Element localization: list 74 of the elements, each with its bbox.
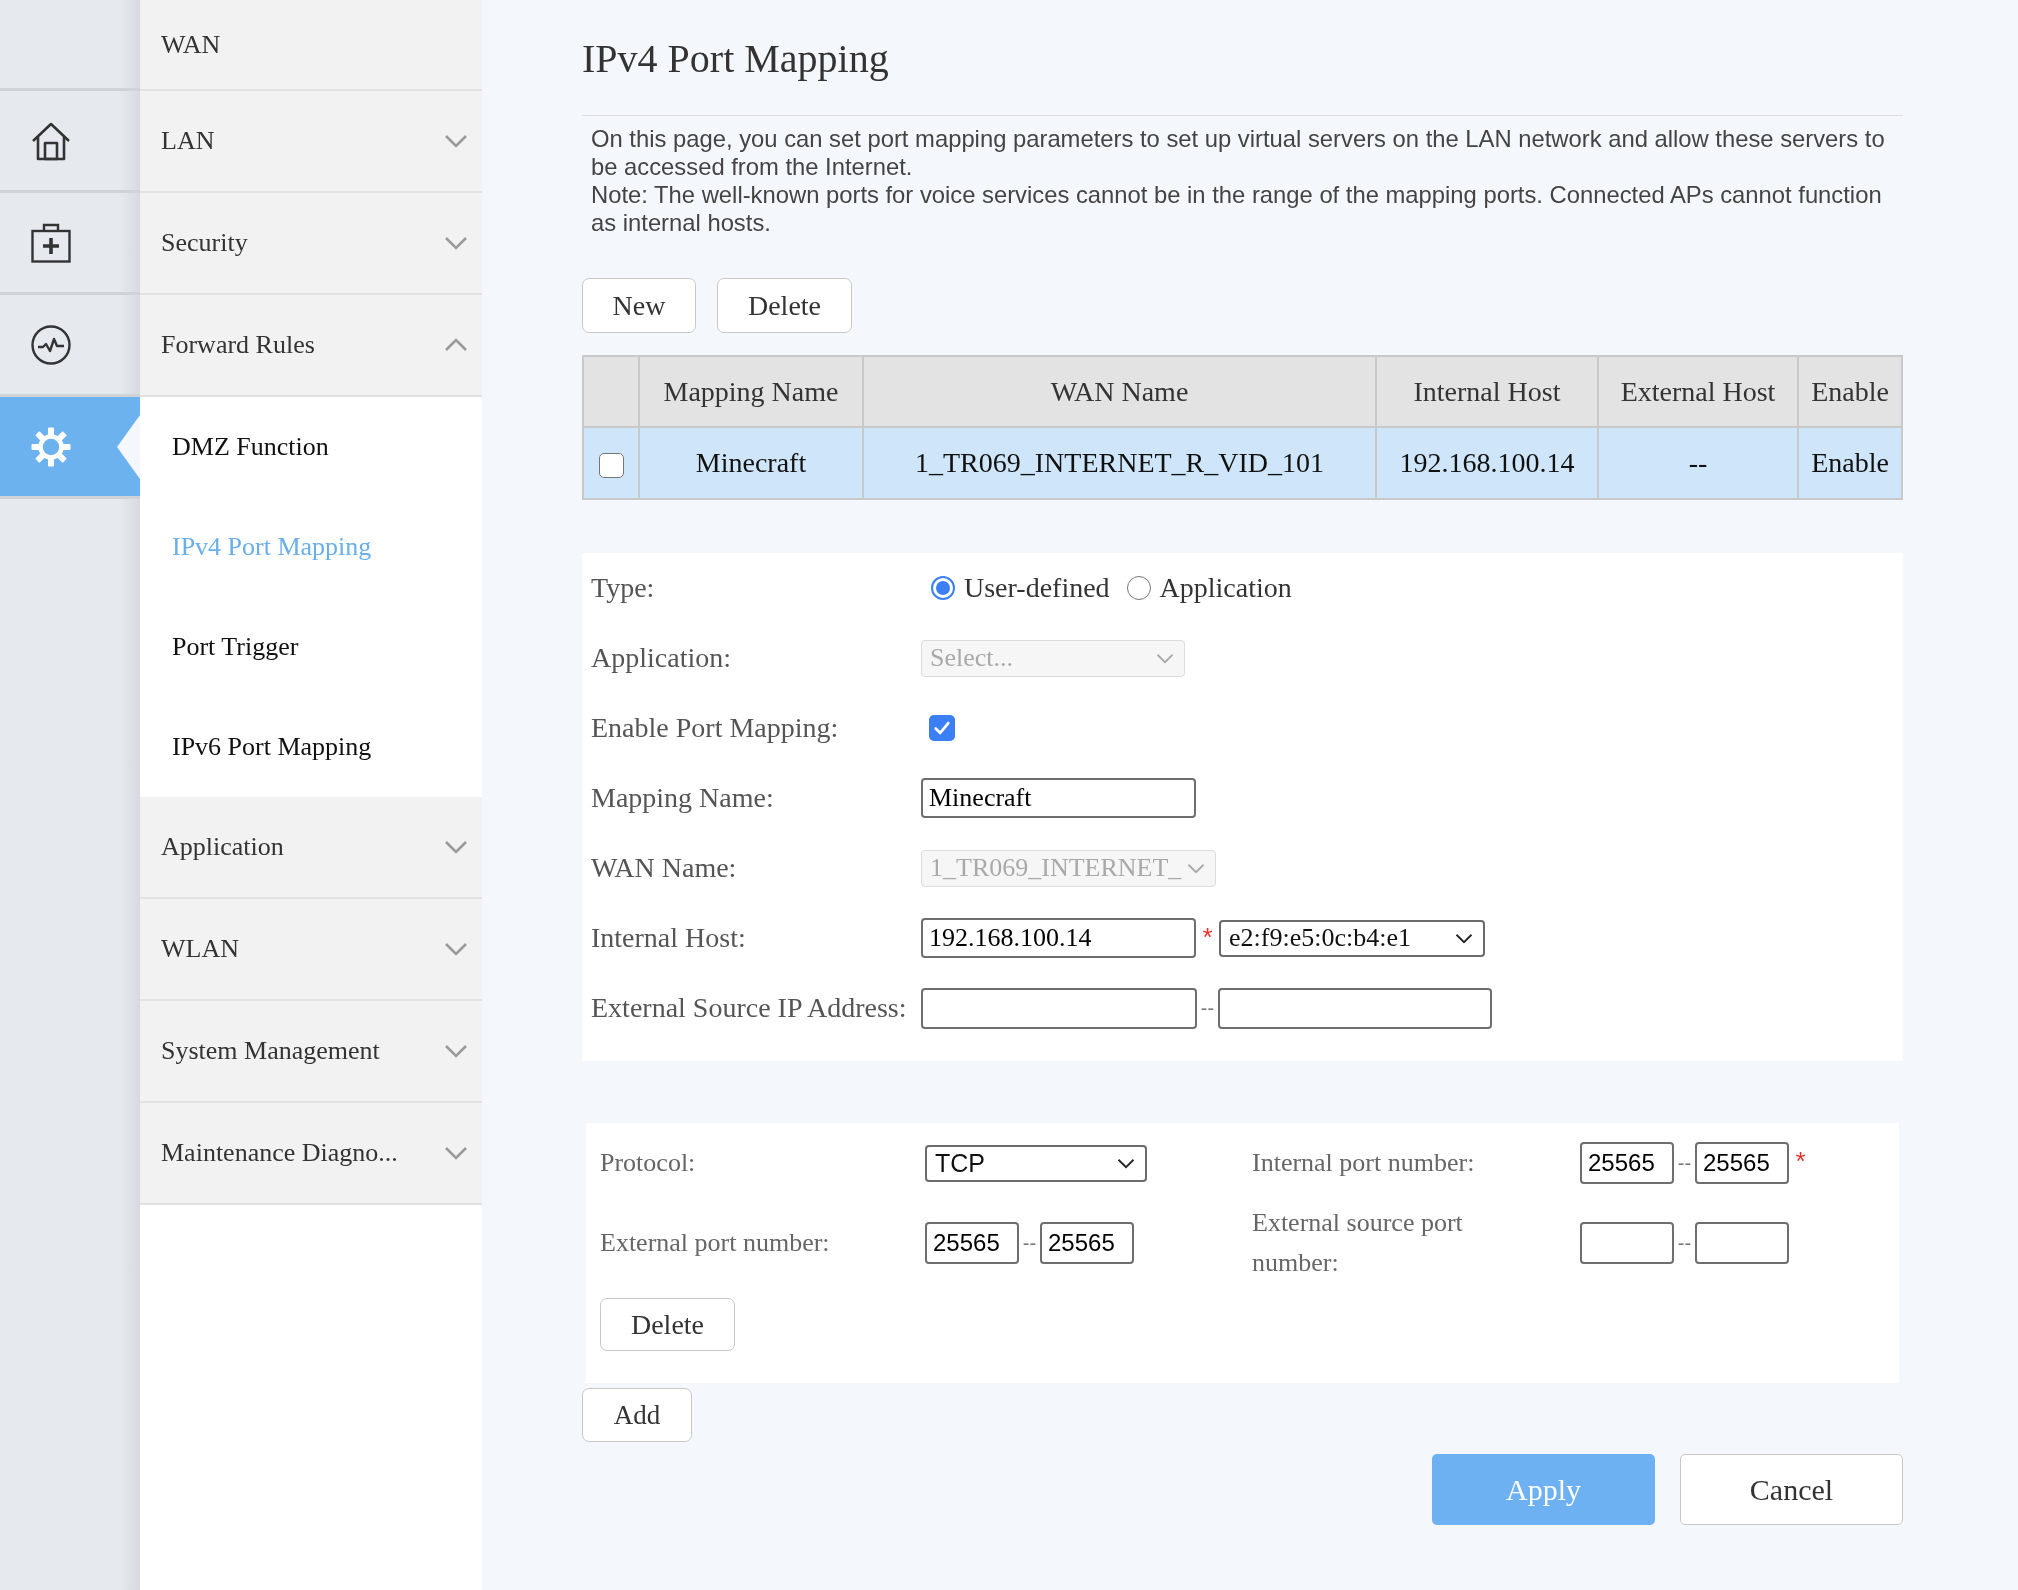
table-cell: Minecraft bbox=[639, 427, 863, 499]
chevron-down-icon bbox=[1156, 652, 1174, 664]
cancel-button[interactable]: Cancel bbox=[1680, 1454, 1903, 1525]
menu-item[interactable]: LAN bbox=[140, 91, 482, 193]
field-label: WAN Name: bbox=[591, 852, 738, 884]
menu-item[interactable]: System Management bbox=[140, 1001, 482, 1103]
menu-item[interactable]: WLAN bbox=[140, 899, 482, 1001]
column-header: Mapping Name bbox=[639, 356, 863, 427]
menu-item[interactable]: Forward Rules bbox=[140, 295, 482, 397]
field-label: Internal Host: bbox=[591, 922, 747, 954]
menu-item[interactable]: WAN bbox=[140, 0, 482, 91]
required-mark: * bbox=[1201, 922, 1214, 953]
menu-item[interactable]: Application bbox=[140, 797, 482, 899]
table-cell: 192.168.100.14 bbox=[1376, 427, 1598, 499]
menu-item[interactable]: Security bbox=[140, 193, 482, 295]
required-mark: * bbox=[1794, 1146, 1807, 1177]
range-separator: -- bbox=[1676, 1231, 1693, 1255]
column-header: WAN Name bbox=[863, 356, 1376, 427]
column-header: External Host bbox=[1598, 356, 1798, 427]
column-header: Enable bbox=[1798, 356, 1902, 427]
radio-button[interactable] bbox=[931, 576, 955, 600]
add-button[interactable]: Add bbox=[582, 1388, 692, 1442]
description-text: On this page, you can set port mapping parameters to set up virtual servers on the LAN network and allow these servers to be accessed from the Internet. bbox=[591, 125, 1886, 181]
table-cell: 1_TR069_INTERNET_R_VID_101 bbox=[863, 427, 1376, 499]
activity-icon bbox=[31, 324, 71, 365]
field-label: External source port number: bbox=[1252, 1207, 1464, 1279]
field-label: Enable Port Mapping: bbox=[591, 712, 840, 744]
medical-kit-icon bbox=[31, 222, 71, 263]
submenu-item[interactable]: DMZ Function bbox=[140, 397, 482, 497]
column-header: Internal Host bbox=[1376, 356, 1598, 427]
input-field[interactable]: 25565 bbox=[1695, 1142, 1789, 1184]
table-cell: -- bbox=[1598, 427, 1798, 499]
new-button[interactable]: New bbox=[582, 278, 696, 333]
home-icon bbox=[31, 120, 71, 161]
dropdown[interactable]: e2:f9:e5:0c:b4:e1 bbox=[1219, 919, 1485, 957]
radio-option[interactable]: User-defined bbox=[931, 572, 1110, 604]
input-field[interactable]: Minecraft bbox=[921, 778, 1196, 818]
checkbox[interactable] bbox=[929, 715, 955, 741]
input-field[interactable]: 25565 bbox=[925, 1222, 1019, 1264]
settings-icon bbox=[31, 426, 71, 467]
row-checkbox[interactable] bbox=[598, 453, 624, 479]
field-label: Application: bbox=[591, 642, 732, 674]
chevron-down-icon bbox=[1117, 1157, 1135, 1169]
delete-button[interactable]: Delete bbox=[600, 1298, 735, 1351]
input-field[interactable]: 25565 bbox=[1040, 1222, 1134, 1264]
table-row[interactable]: Minecraft 1_TR069_INTERNET_R_VID_101 192.168.100.14 -- Enable bbox=[583, 427, 1902, 499]
chevron-down-icon bbox=[1455, 932, 1473, 944]
description-text: Note: The well-known ports for voice services cannot be in the range of the mapping ports. Connected APs cannot function as internal hosts. bbox=[591, 181, 1883, 237]
dropdown[interactable]: TCP bbox=[925, 1144, 1147, 1182]
range-separator: -- bbox=[1676, 1151, 1693, 1175]
table-cell: Enable bbox=[1798, 427, 1902, 499]
range-separator: -- bbox=[1199, 996, 1216, 1020]
menu-item[interactable]: Maintenance Diagno... bbox=[140, 1103, 482, 1205]
chevron-down-icon bbox=[1187, 862, 1206, 874]
submenu-item[interactable]: Port Trigger bbox=[140, 597, 482, 697]
delete-button[interactable]: Delete bbox=[717, 278, 852, 333]
input-field[interactable] bbox=[1695, 1222, 1789, 1264]
page-title: IPv4 Port Mapping bbox=[582, 36, 889, 82]
input-field[interactable] bbox=[921, 987, 1197, 1029]
radio-option[interactable]: Application bbox=[1126, 572, 1292, 604]
field-label: External port number: bbox=[600, 1228, 831, 1258]
input-field[interactable] bbox=[1218, 987, 1492, 1029]
input-field[interactable]: 25565 bbox=[1580, 1142, 1674, 1184]
field-label: Protocol: bbox=[600, 1148, 697, 1178]
submenu-item[interactable]: IPv6 Port Mapping bbox=[140, 697, 482, 797]
input-field[interactable] bbox=[1580, 1222, 1674, 1264]
checkmark-icon bbox=[933, 719, 951, 737]
field-label: Mapping Name: bbox=[591, 782, 775, 814]
range-separator: -- bbox=[1021, 1231, 1038, 1255]
input-field[interactable]: 192.168.100.14 bbox=[921, 918, 1196, 958]
field-label: Internal port number: bbox=[1252, 1148, 1476, 1178]
field-label: Type: bbox=[591, 572, 656, 604]
radio-button[interactable] bbox=[1126, 576, 1151, 600]
field-label: External Source IP Address: bbox=[591, 992, 908, 1024]
